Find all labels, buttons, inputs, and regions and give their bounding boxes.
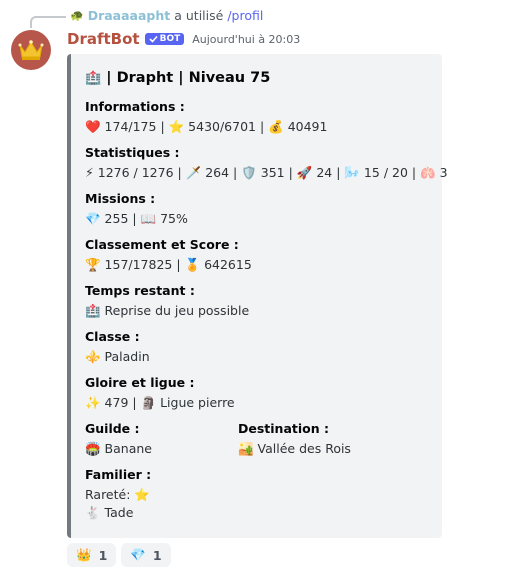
hospital-icon: 🏥 [85, 71, 102, 86]
reply-connector [30, 16, 66, 28]
field-statistiques: Statistiques : ⚡ 1276 / 1276 | 🗡️ 264 | … [85, 145, 448, 182]
field-value: 🏟️ Banane [85, 441, 152, 456]
field-value: 🏆 157/17825 | 🏅 642615 [85, 257, 252, 272]
reaction-count: 1 [98, 547, 108, 563]
field-temps-restant: Temps restant : 🏥 Reprise du jeu possibl… [85, 283, 249, 320]
embed-title: 🏥 | Drapht | Niveau 75 [85, 70, 270, 86]
message-timestamp[interactable]: Aujourd'hui à 20:03 [192, 33, 300, 46]
reply-action: a utilisé [174, 8, 224, 23]
field-value: ⚜️ Paladin [85, 349, 150, 364]
field-value: 🏥 Reprise du jeu possible [85, 303, 250, 318]
field-classe: Classe : ⚜️ Paladin [85, 329, 150, 366]
field-name: Guilde : [85, 421, 140, 436]
reply-username[interactable]: Draaaaapht [88, 8, 171, 23]
field-value: ✨ 479 | 🗿 Ligue pierre [85, 395, 235, 410]
reactions-bar: 👑 1 💎 1 [67, 543, 171, 567]
field-name: Destination : [238, 421, 329, 436]
field-informations: Informations : ❤️ 174/175 | ⭐ 5430/6701 … [85, 99, 327, 136]
field-name: Statistiques : [85, 145, 180, 160]
reaction-count: 1 [152, 547, 162, 563]
author-name[interactable]: DraftBot [67, 30, 140, 48]
field-value-pet: 🐇 Tade [85, 505, 134, 520]
field-name: Informations : [85, 99, 185, 114]
field-guilde: Guilde : 🏟️ Banane [85, 421, 152, 458]
field-name: Temps restant : [85, 283, 195, 298]
reply-context[interactable]: 🐢 Draaaaapht a utilisé /profil [70, 8, 263, 23]
field-classement: Classement et Score : 🏆 157/17825 | 🏅 64… [85, 237, 252, 274]
field-name: Gloire et ligue : [85, 375, 195, 390]
embed-title-text: | Drapht | Niveau 75 [106, 70, 271, 86]
reply-user-icon: 🐢 [70, 9, 84, 22]
field-familier: Familier : Rareté: ⭐ 🐇 Tade [85, 467, 151, 522]
reply-command[interactable]: /profil [227, 8, 263, 23]
field-value-rarity: Rareté: ⭐ [85, 487, 150, 502]
field-value: ❤️ 174/175 | ⭐ 5430/6701 | 💰 40491 [85, 119, 328, 134]
field-gloire-ligue: Gloire et ligue : ✨ 479 | 🗿 Ligue pierre [85, 375, 235, 412]
field-name: Classe : [85, 329, 140, 344]
field-missions: Missions : 💎 255 | 📖 75% [85, 191, 188, 228]
field-value: 🏜️ Vallée des Rois [238, 441, 351, 456]
bot-avatar[interactable] [11, 30, 51, 70]
field-name: Familier : [85, 467, 152, 482]
reaction-crown[interactable]: 👑 1 [67, 543, 117, 567]
profile-embed: 🏥 | Drapht | Niveau 75 Informations : ❤️… [67, 54, 448, 538]
gem-icon: 💎 [130, 547, 146, 562]
message-header: DraftBot BOT Aujourd'hui à 20:03 [67, 30, 300, 48]
bot-badge: BOT [144, 33, 185, 45]
field-name: Classement et Score : [85, 237, 239, 252]
crown-icon [18, 40, 44, 60]
field-value: 💎 255 | 📖 75% [85, 211, 188, 226]
verified-check-icon [149, 35, 158, 43]
reaction-gem[interactable]: 💎 1 [121, 543, 171, 567]
field-destination: Destination : 🏜️ Vallée des Rois [238, 421, 351, 458]
field-value: ⚡ 1276 / 1276 | 🗡️ 264 | 🛡️ 351 | 🚀 24 |… [85, 165, 448, 180]
bot-badge-label: BOT [159, 34, 181, 44]
crown-icon: 👑 [76, 547, 92, 562]
field-name: Missions : [85, 191, 156, 206]
